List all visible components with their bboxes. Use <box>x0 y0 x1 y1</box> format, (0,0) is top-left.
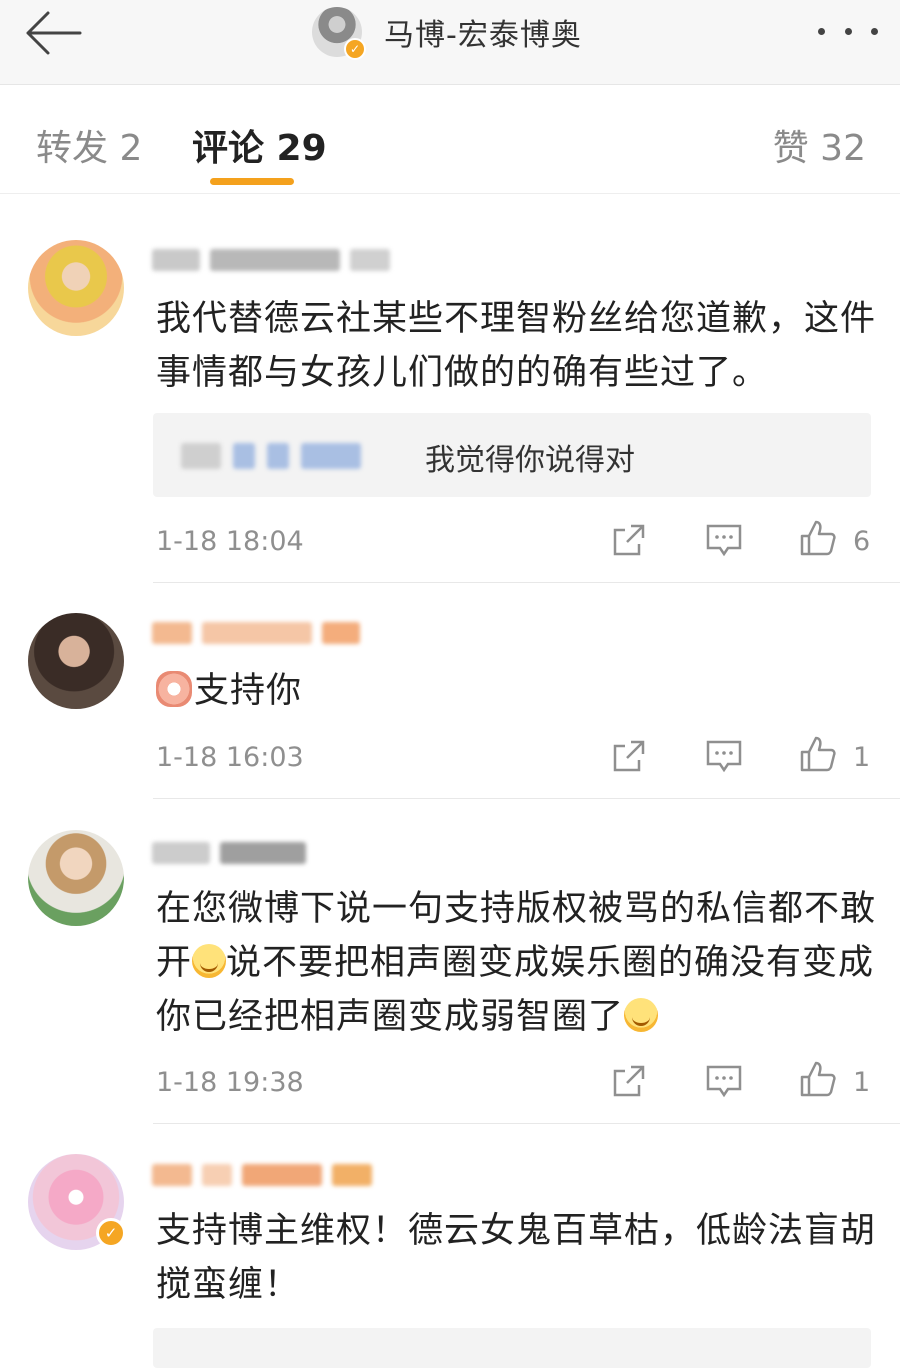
comment-text: 支持你 <box>156 664 876 718</box>
reply-button[interactable] <box>704 1061 744 1101</box>
share-icon <box>613 1065 645 1097</box>
share-button[interactable] <box>609 1061 649 1101</box>
comment-text: 在您微博下说一句支持版权被骂的私信都不敢开 说不要把相声圈变成娱乐圈的确没有变成你… <box>156 882 876 1044</box>
comment-text: 支持博主维权！德云女鬼百草枯，低龄法盲胡搅蛮缠！ <box>156 1211 877 1305</box>
like-count: 1 <box>853 1067 871 1098</box>
tab-comments[interactable]: 评论 29 <box>192 119 327 171</box>
divider <box>153 1123 900 1124</box>
username-blurred[interactable] <box>152 1160 372 1190</box>
arrow-left-icon <box>26 11 82 55</box>
back-button[interactable] <box>18 8 88 58</box>
tab-repost[interactable]: 转发 2 <box>36 119 142 171</box>
share-icon <box>613 740 645 772</box>
comment-icon <box>706 1065 742 1098</box>
author-avatar[interactable]: ✓ <box>312 7 366 60</box>
comment-time: 1-18 18:04 <box>156 526 304 557</box>
verified-badge-icon: ✓ <box>344 38 366 60</box>
like-count: 1 <box>853 742 871 773</box>
verified-badge-icon: ✓ <box>96 1218 126 1248</box>
divider <box>153 582 900 583</box>
comment-time: 1-18 16:03 <box>156 742 304 773</box>
thumbs-up-icon <box>800 1061 836 1097</box>
title-area[interactable]: ✓ 马博-宏泰博奥 <box>312 4 582 60</box>
like-button[interactable] <box>798 518 838 558</box>
reply-text: 我觉得你说得对 <box>425 443 635 478</box>
smile-emoji-icon <box>624 998 659 1032</box>
divider <box>153 798 900 799</box>
avatar[interactable] <box>28 613 124 709</box>
more-dots-icon <box>818 27 825 35</box>
more-dots-icon <box>844 27 852 35</box>
reply-preview[interactable]: 我觉得你说得对 <box>153 413 871 497</box>
avatar[interactable] <box>28 240 124 336</box>
active-tab-indicator <box>210 178 294 185</box>
share-icon <box>613 524 645 556</box>
comment-icon <box>706 524 742 557</box>
sticker-icon <box>156 671 192 707</box>
thumbs-up-icon <box>800 736 836 772</box>
reply-username-blurred <box>181 443 361 469</box>
comment-text: 我代替德云社某些不理智粉丝给您道歉，这件事情都与女孩儿们做的的确有些过了。 <box>156 299 877 393</box>
like-count: 6 <box>853 526 871 557</box>
comment-icon <box>706 740 742 773</box>
tab-bar: 转发 2 评论 29 赞 32 <box>0 85 900 194</box>
share-button[interactable] <box>609 520 649 560</box>
reply-preview[interactable] <box>153 1328 871 1368</box>
comment-time: 1-18 19:38 <box>156 1067 304 1098</box>
more-dots-icon <box>871 27 878 35</box>
username-blurred[interactable] <box>152 245 390 275</box>
like-button[interactable] <box>798 1059 838 1099</box>
reply-button[interactable] <box>704 520 744 560</box>
username-blurred[interactable] <box>152 618 360 648</box>
top-bar: ✓ 马博-宏泰博奥 <box>0 0 900 85</box>
comment-text-part2: 说不要把相声圈变成娱乐圈的确没有变成你已经把相声圈变成弱智圈了 <box>156 943 875 1037</box>
page-title: 马博-宏泰博奥 <box>384 18 582 53</box>
like-button[interactable] <box>798 734 838 774</box>
avatar[interactable] <box>28 830 124 926</box>
username-blurred[interactable] <box>152 838 306 868</box>
tab-likes[interactable]: 赞 32 <box>773 119 866 171</box>
reply-button[interactable] <box>704 736 744 776</box>
share-button[interactable] <box>609 736 649 776</box>
comment-text-body: 支持你 <box>194 671 303 711</box>
more-button[interactable] <box>818 20 878 42</box>
smile-emoji-icon <box>192 944 227 978</box>
thumbs-up-icon <box>800 520 836 556</box>
